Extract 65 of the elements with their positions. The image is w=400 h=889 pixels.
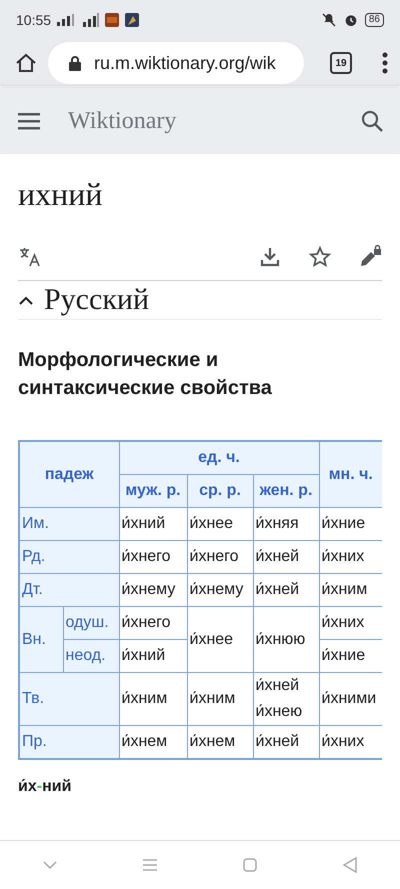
signal-icon: [57, 14, 76, 26]
table-cell: и́хних: [319, 606, 382, 640]
battery-indicator: 86: [364, 13, 384, 27]
table-cell: и́хним: [187, 672, 253, 726]
table-cell: и́хнему: [119, 574, 187, 606]
header-cell: одуш.: [63, 606, 119, 640]
header-cell: Дт.: [19, 574, 119, 606]
header-cell: мн. ч.: [319, 441, 382, 508]
lock-icon: [68, 55, 82, 71]
table-cell: и́хнее: [187, 606, 253, 672]
word-form: и́хнею: [256, 702, 304, 722]
table-cell: и́хний: [119, 640, 187, 672]
header-cell: Им.: [19, 508, 119, 540]
table-cell: и́хних: [319, 726, 382, 759]
signal-icon: [81, 13, 100, 27]
url-text: ru.m.wiktionary.org/wik: [94, 52, 276, 74]
table-cell: и́хним: [119, 672, 187, 726]
star-icon[interactable]: [308, 245, 332, 269]
tab-count-button[interactable]: 19: [330, 52, 352, 74]
table-cell: и́хнем: [187, 726, 253, 759]
table-cell: и́хнее: [187, 508, 253, 540]
menu-icon[interactable]: [382, 52, 388, 74]
app-icon: [105, 13, 120, 27]
header-cell: Пр.: [19, 726, 119, 759]
search-icon[interactable]: [360, 109, 384, 133]
table-cell: и́хней: [253, 540, 319, 574]
table-cell: и́хних: [319, 540, 382, 574]
page-title: ихний: [18, 176, 104, 214]
home-icon[interactable]: [14, 51, 38, 75]
subsection-heading: Морфологические и синтаксические свойства: [18, 348, 273, 401]
mute-icon: [320, 12, 337, 28]
download-icon[interactable]: [258, 245, 282, 269]
header-cell: Рд.: [19, 540, 119, 574]
header-cell: жен. р.: [253, 474, 319, 508]
table-cell: и́хней: [253, 726, 319, 759]
table-cell: и́хние: [319, 508, 382, 540]
header-cell: ед. ч.: [119, 441, 319, 474]
table-cell: и́хней: [253, 574, 319, 606]
section-title[interactable]: Русский: [44, 283, 149, 317]
table-cell: и́хними: [319, 672, 382, 726]
table-cell: и́хнего: [187, 540, 253, 574]
table-cell: и́хним: [319, 574, 382, 606]
header-cell: Вн.: [19, 606, 63, 672]
table-cell: и́хнему: [187, 574, 253, 606]
header-cell: муж. р.: [119, 474, 187, 508]
header-cell: Тв.: [19, 672, 119, 726]
collapse-icon[interactable]: [18, 294, 34, 306]
address-bar[interactable]: ru.m.wiktionary.org/wik: [48, 42, 304, 84]
word-form: и́хней: [256, 676, 300, 696]
translate-icon[interactable]: [18, 245, 42, 269]
table-cell: и́хнего: [119, 606, 187, 640]
header-cell: ср. р.: [187, 474, 253, 508]
hyphenation-text: и́х-ний: [18, 778, 72, 796]
table-cell: и́хнего: [119, 540, 187, 574]
header-cell: падеж: [19, 441, 119, 508]
clock: 10:55: [16, 12, 52, 28]
table-cell: и́хняя: [253, 508, 319, 540]
table-cell: и́хнем: [119, 726, 187, 759]
header-cell: неод.: [63, 640, 119, 672]
table-cell: и́хние: [319, 640, 382, 672]
table-cell: и́хнюю: [253, 606, 319, 672]
locked-edit-icon[interactable]: [358, 245, 382, 269]
app-icon: [125, 13, 140, 27]
table-cell: и́хний: [119, 508, 187, 540]
menu-icon[interactable]: [18, 112, 40, 130]
